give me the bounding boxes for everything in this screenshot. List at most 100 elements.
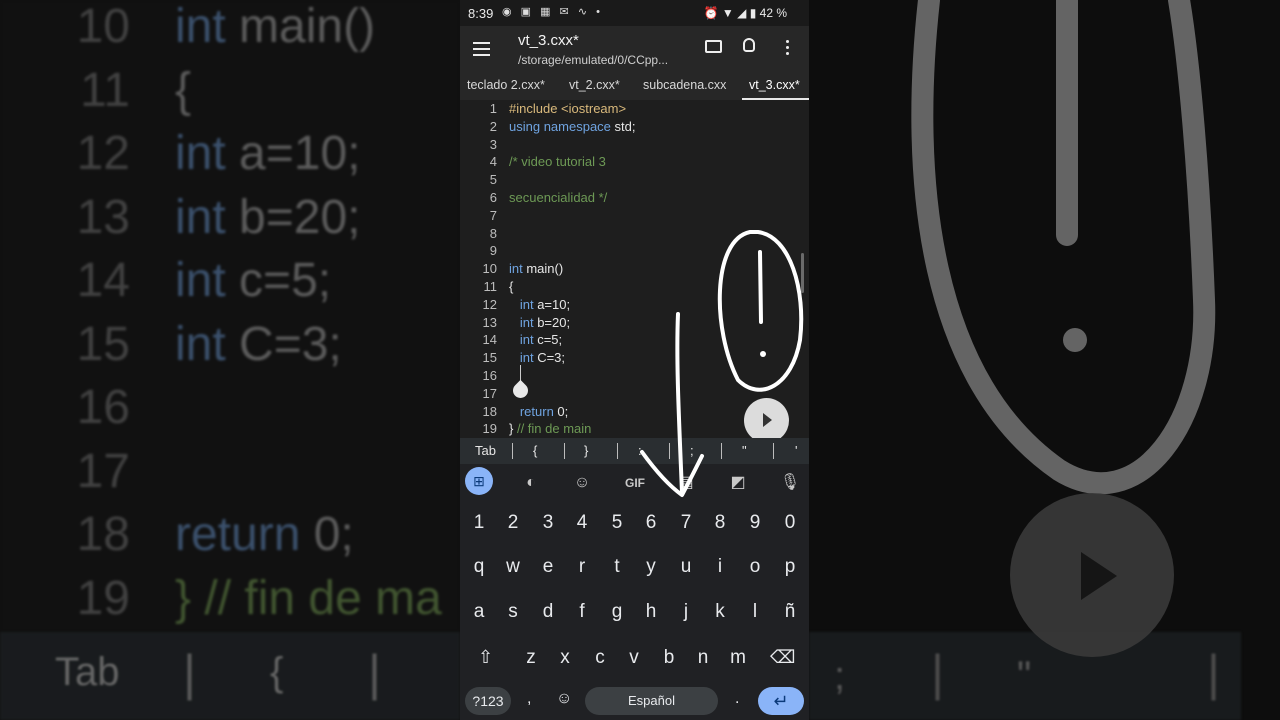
tab-teclado-2[interactable]: teclado 2.cxx* — [467, 78, 545, 92]
microphone-icon[interactable]: 🎙 — [777, 470, 803, 496]
key-row3[interactable]: x — [548, 647, 582, 669]
line-code: using namespace std; — [509, 118, 636, 134]
key-row2[interactable]: l — [738, 601, 772, 623]
key-row3[interactable]: c — [583, 647, 617, 669]
key-row2[interactable]: s — [496, 601, 530, 623]
symbol-key[interactable]: ' — [795, 443, 797, 458]
key-row1[interactable]: r — [565, 556, 599, 578]
key-row3[interactable]: z — [514, 647, 548, 669]
background-line-number: 14 — [76, 254, 130, 307]
key-row3[interactable]: v — [617, 647, 651, 669]
key-row2[interactable]: k — [703, 601, 737, 623]
background-code-line: 11 { — [0, 59, 460, 123]
key-row2[interactable]: d — [531, 601, 565, 623]
palette-icon[interactable]: ◐ — [518, 470, 544, 496]
key-row2[interactable]: g — [600, 601, 634, 623]
key-row1[interactable]: p — [773, 556, 807, 578]
symbol-key[interactable]: ; — [690, 443, 694, 458]
keyword-token: int — [519, 314, 534, 330]
key-row1[interactable]: i — [703, 556, 737, 578]
key-row1[interactable]: u — [669, 556, 703, 578]
folder-icon[interactable] — [705, 40, 722, 53]
tab-vt-3[interactable]: vt_3.cxx* — [749, 78, 800, 92]
backspace-key-icon[interactable]: ⌫ — [770, 647, 795, 668]
background-keyword-token: int — [175, 127, 226, 180]
background-line-number: 13 — [76, 190, 130, 244]
key-numbers[interactable]: 5 — [600, 512, 634, 534]
key-numbers[interactable]: 9 — [738, 512, 772, 534]
key-row2[interactable]: j — [669, 601, 703, 623]
symbol-key[interactable]: } — [584, 443, 588, 458]
period-key[interactable]: . — [735, 690, 739, 708]
line-code: int a=10; — [519, 296, 571, 312]
key-numbers[interactable]: 0 — [773, 512, 807, 534]
key-row1[interactable]: e — [531, 556, 565, 578]
code-editor[interactable]: 1 #include <iostream> 2 using namespace std… — [460, 100, 809, 438]
background-line-number: 17 — [76, 444, 130, 498]
symbol-key[interactable]: { — [533, 443, 537, 458]
background-code-line: 15 int C=3; — [0, 313, 460, 377]
line-number: 18 — [482, 403, 497, 419]
emoji-key-icon[interactable]: ☺ — [556, 690, 572, 708]
status-bar: 8:39 ◉ ▣ ▦ ✉ ∿ • ⏰ ▼ ◢ ▮ 42 % — [460, 0, 809, 26]
more-options-icon[interactable] — [786, 40, 790, 58]
line-number: 8 — [489, 225, 497, 241]
run-button[interactable] — [744, 398, 789, 443]
key-row2[interactable]: ñ — [773, 601, 807, 623]
keyword-token: int — [519, 296, 534, 312]
hamburger-menu-icon[interactable] — [473, 42, 490, 56]
tab-subcadena[interactable]: subcadena.cxx — [643, 78, 726, 92]
gif-icon[interactable]: GIF — [622, 470, 648, 496]
key-row3[interactable]: n — [686, 647, 720, 669]
background-code-line: 19} // fin de ma — [0, 567, 460, 631]
symbol-key[interactable]: Tab — [475, 443, 496, 458]
tab-vt-2[interactable]: vt_2.cxx* — [569, 78, 620, 92]
key-numbers[interactable]: 3 — [531, 512, 565, 534]
key-row3[interactable]: m — [721, 647, 755, 669]
key-numbers[interactable]: 4 — [565, 512, 599, 534]
symbols-key[interactable]: ?123 — [465, 687, 511, 715]
key-numbers[interactable]: 8 — [703, 512, 737, 534]
key-numbers[interactable]: 6 — [634, 512, 668, 534]
on-screen-keyboard: ⊞ ◐ ☺ GIF ▤ ◩ 🎙 1234567890 qwertyuiop as… — [460, 464, 809, 720]
line-number: 6 — [489, 190, 497, 205]
background-line-text: } // fin de ma — [175, 571, 442, 625]
background-symbol-bar: Tab | { | — [0, 632, 460, 720]
symbol-separator — [773, 443, 774, 459]
key-row1[interactable]: w — [496, 556, 530, 578]
key-row1[interactable]: q — [462, 556, 496, 578]
comma-key[interactable]: , — [527, 690, 531, 708]
key-row1[interactable]: o — [738, 556, 772, 578]
key-row2[interactable]: a — [462, 601, 496, 623]
background-line-number: 16 — [76, 381, 130, 434]
background-code-blur: 10 int main() 11{12 int a=10; 13 int b=20; 1… — [0, 0, 460, 632]
sticker-icon[interactable]: ☺ — [569, 470, 595, 496]
background-keyword-token: int — [175, 190, 226, 244]
key-row2[interactable]: h — [634, 601, 668, 623]
cursor-handle[interactable] — [509, 379, 532, 402]
translate-icon[interactable]: ◩ — [725, 470, 751, 496]
symbol-key[interactable]: " — [742, 443, 747, 458]
keyboard-apps-icon[interactable]: ⊞ — [465, 467, 493, 495]
editor-scrollbar[interactable] — [801, 253, 804, 293]
file-path: /storage/emulated/0/CCpp... — [518, 53, 669, 67]
lightbulb-icon[interactable] — [743, 38, 755, 52]
background-tab-label: Tab — [55, 650, 120, 694]
key-numbers[interactable]: 2 — [496, 512, 530, 534]
key-row2[interactable]: f — [565, 601, 599, 623]
symbol-separator — [512, 443, 513, 459]
shift-key-icon[interactable]: ⇧ — [478, 647, 493, 668]
space-bar[interactable]: Español — [585, 687, 718, 715]
app-bar: vt_3.cxx* /storage/emulated/0/CCpp... — [460, 26, 809, 74]
key-row3[interactable]: b — [652, 647, 686, 669]
key-numbers[interactable]: 1 — [462, 512, 496, 534]
clipboard-icon[interactable]: ▤ — [673, 470, 699, 496]
key-row1[interactable]: t — [600, 556, 634, 578]
enter-key-icon[interactable]: ↵ — [758, 687, 804, 715]
line-code: int C=3; — [519, 350, 566, 366]
keyword-token: return — [519, 403, 554, 419]
key-numbers[interactable]: 7 — [669, 512, 703, 534]
key-row1[interactable]: y — [634, 556, 668, 578]
symbol-key[interactable]: : — [638, 443, 642, 458]
symbol-bar: Tab {}:; " ' — [460, 438, 809, 464]
